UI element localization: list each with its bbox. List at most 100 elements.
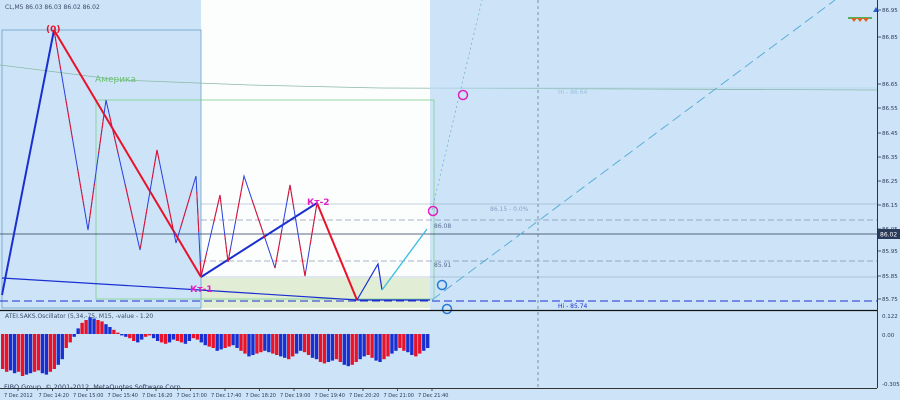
- oscillator-bar: [144, 334, 148, 337]
- oscillator-bar: [108, 327, 112, 334]
- oscillator-bar: [302, 334, 307, 353]
- oscillator-bar: [219, 334, 223, 350]
- oscillator-bar: [155, 334, 160, 341]
- oscillator-bar: [263, 334, 267, 351]
- oscillator-bar: [183, 334, 188, 344]
- oscillator-bar: [410, 334, 414, 355]
- oscillator-bar: [243, 334, 247, 354]
- oscillator-bar: [418, 334, 422, 354]
- oscillator-bar: [136, 334, 140, 343]
- oscillator-bar: [88, 317, 92, 334]
- green-zone: [201, 278, 430, 308]
- time-tick-label: 7 Dec 19:00: [280, 393, 310, 399]
- oscillator-bar: [255, 334, 259, 354]
- oscillator-bar: [132, 334, 136, 341]
- price-tick-label: 85.85: [882, 274, 898, 280]
- oscillator-bar: [32, 334, 37, 372]
- oscillator-bar: [287, 334, 291, 360]
- oscillator-bar: [267, 334, 271, 353]
- label-hi-upper: Hi - 86.64: [558, 89, 588, 96]
- oscillator-bar: [326, 334, 331, 362]
- oscillator-bar: [294, 334, 299, 354]
- oscillator-bar: [20, 334, 25, 376]
- label-zero: (0): [46, 25, 61, 35]
- session-highlight-overlay: [201, 0, 430, 310]
- oscillator-bar: [80, 322, 84, 334]
- oscillator-bar: [16, 334, 21, 372]
- oscillator-bar: [366, 334, 370, 355]
- copyright-text: FIBO Group, © 2001-2012, MetaQuotes Soft…: [4, 383, 183, 391]
- price-tick-label: 86.45: [882, 131, 898, 137]
- oscillator-bar: [398, 334, 402, 348]
- price-tick-label: 86.25: [882, 179, 898, 185]
- oscillator-bar: [159, 334, 164, 343]
- oscillator-bar: [56, 334, 60, 365]
- oscillator-bar: [52, 334, 57, 369]
- oscillator-bar: [171, 334, 176, 340]
- oscillator-bar: [44, 334, 49, 375]
- label-fib: 86.15 - 0.0%: [490, 206, 529, 213]
- oscillator-bar: [386, 334, 390, 357]
- oscillator-bar: [334, 334, 339, 360]
- oscillator-bar: [394, 334, 398, 351]
- oscillator-bar: [191, 334, 196, 339]
- oscillator-bar: [370, 334, 374, 358]
- oscillator-bar: [1, 334, 5, 369]
- oscillator-bar: [259, 334, 263, 353]
- oscillator-bar: [199, 334, 203, 343]
- chart-canvas[interactable]: (0) Америка Кт-2 Кт-1 Hi - 86.64 86.15 -…: [0, 0, 900, 400]
- oscillator-bar: [4, 334, 9, 372]
- oscillator-bar: [314, 334, 319, 360]
- oscillator-bar: [290, 334, 295, 357]
- oscillator-bar: [235, 334, 239, 348]
- oscillator-bar: [163, 334, 168, 344]
- price-tick-label: 86.65: [882, 82, 898, 88]
- price-tick-label: 86.35: [882, 155, 898, 161]
- time-tick-label: 7 Dec 17:40: [211, 393, 241, 399]
- oscillator-bar: [104, 324, 108, 334]
- oscillator-axis: 0.122 0.00 -0.305: [882, 314, 900, 388]
- symbol-line: CL,M5 86.03 86.03 86.02 86.02: [5, 4, 100, 11]
- oscillator-bar: [283, 334, 287, 358]
- oscillator-bar: [306, 334, 311, 355]
- time-tick-label: 7 Dec 19:40: [315, 393, 345, 399]
- oscillator-bar: [68, 334, 72, 343]
- oscillator-title: ATEI.SAKS.Oscillator (5,34,-75, M15, -va…: [5, 313, 153, 320]
- time-tick-label: 7 Dec 14:20: [39, 393, 69, 399]
- oscillator-bar: [354, 334, 358, 362]
- label-k1: Кт-1: [190, 285, 213, 295]
- label-america: Америка: [95, 75, 136, 85]
- price-tick-label: 85.95: [882, 249, 898, 255]
- oscillator-bar: [40, 334, 45, 374]
- oscillator-bar: [358, 334, 362, 360]
- chart-window[interactable]: (0) Америка Кт-2 Кт-1 Hi - 86.64 86.15 -…: [0, 0, 900, 400]
- oscillator-bar: [215, 334, 219, 351]
- oscillator-tick-label: -0.305: [882, 382, 900, 388]
- oscillator-bar: [279, 334, 283, 357]
- oscillator-bar: [247, 334, 251, 357]
- time-tick-label: 7 Dec 17:00: [177, 393, 207, 399]
- oscillator-bar: [100, 321, 104, 334]
- oscillator-bar: [211, 334, 215, 348]
- svg-text:86.02: 86.02: [880, 232, 897, 239]
- oscillator-bar: [151, 334, 156, 339]
- oscillator-bar: [318, 334, 323, 362]
- oscillator-bar: [124, 334, 128, 337]
- oscillator-bar: [28, 334, 33, 374]
- oscillator-bar: [72, 334, 76, 337]
- oscillator-bar: [406, 334, 410, 353]
- time-tick-label: 7 Dec 15:40: [108, 393, 138, 399]
- time-tick-label: 7 Dec 2012: [4, 393, 33, 399]
- oscillator-bar: [239, 334, 243, 351]
- price-axis[interactable]: 86.95 86.85 86.65 86.55 86.45 86.35 86.25 86.15…: [877, 8, 898, 303]
- oscillator-bar: [112, 329, 116, 334]
- oscillator-bar: [251, 334, 255, 355]
- oscillator-bar: [187, 334, 192, 341]
- oscillator-bar: [167, 334, 172, 343]
- current-price-marker: 86.02: [878, 229, 900, 239]
- price-tick-label: 86.85: [882, 35, 898, 41]
- time-tick-label: 7 Dec 18:20: [246, 393, 276, 399]
- oscillator-bars: [1, 317, 430, 376]
- oscillator-bar: [227, 334, 231, 347]
- oscillator-bar: [64, 334, 68, 348]
